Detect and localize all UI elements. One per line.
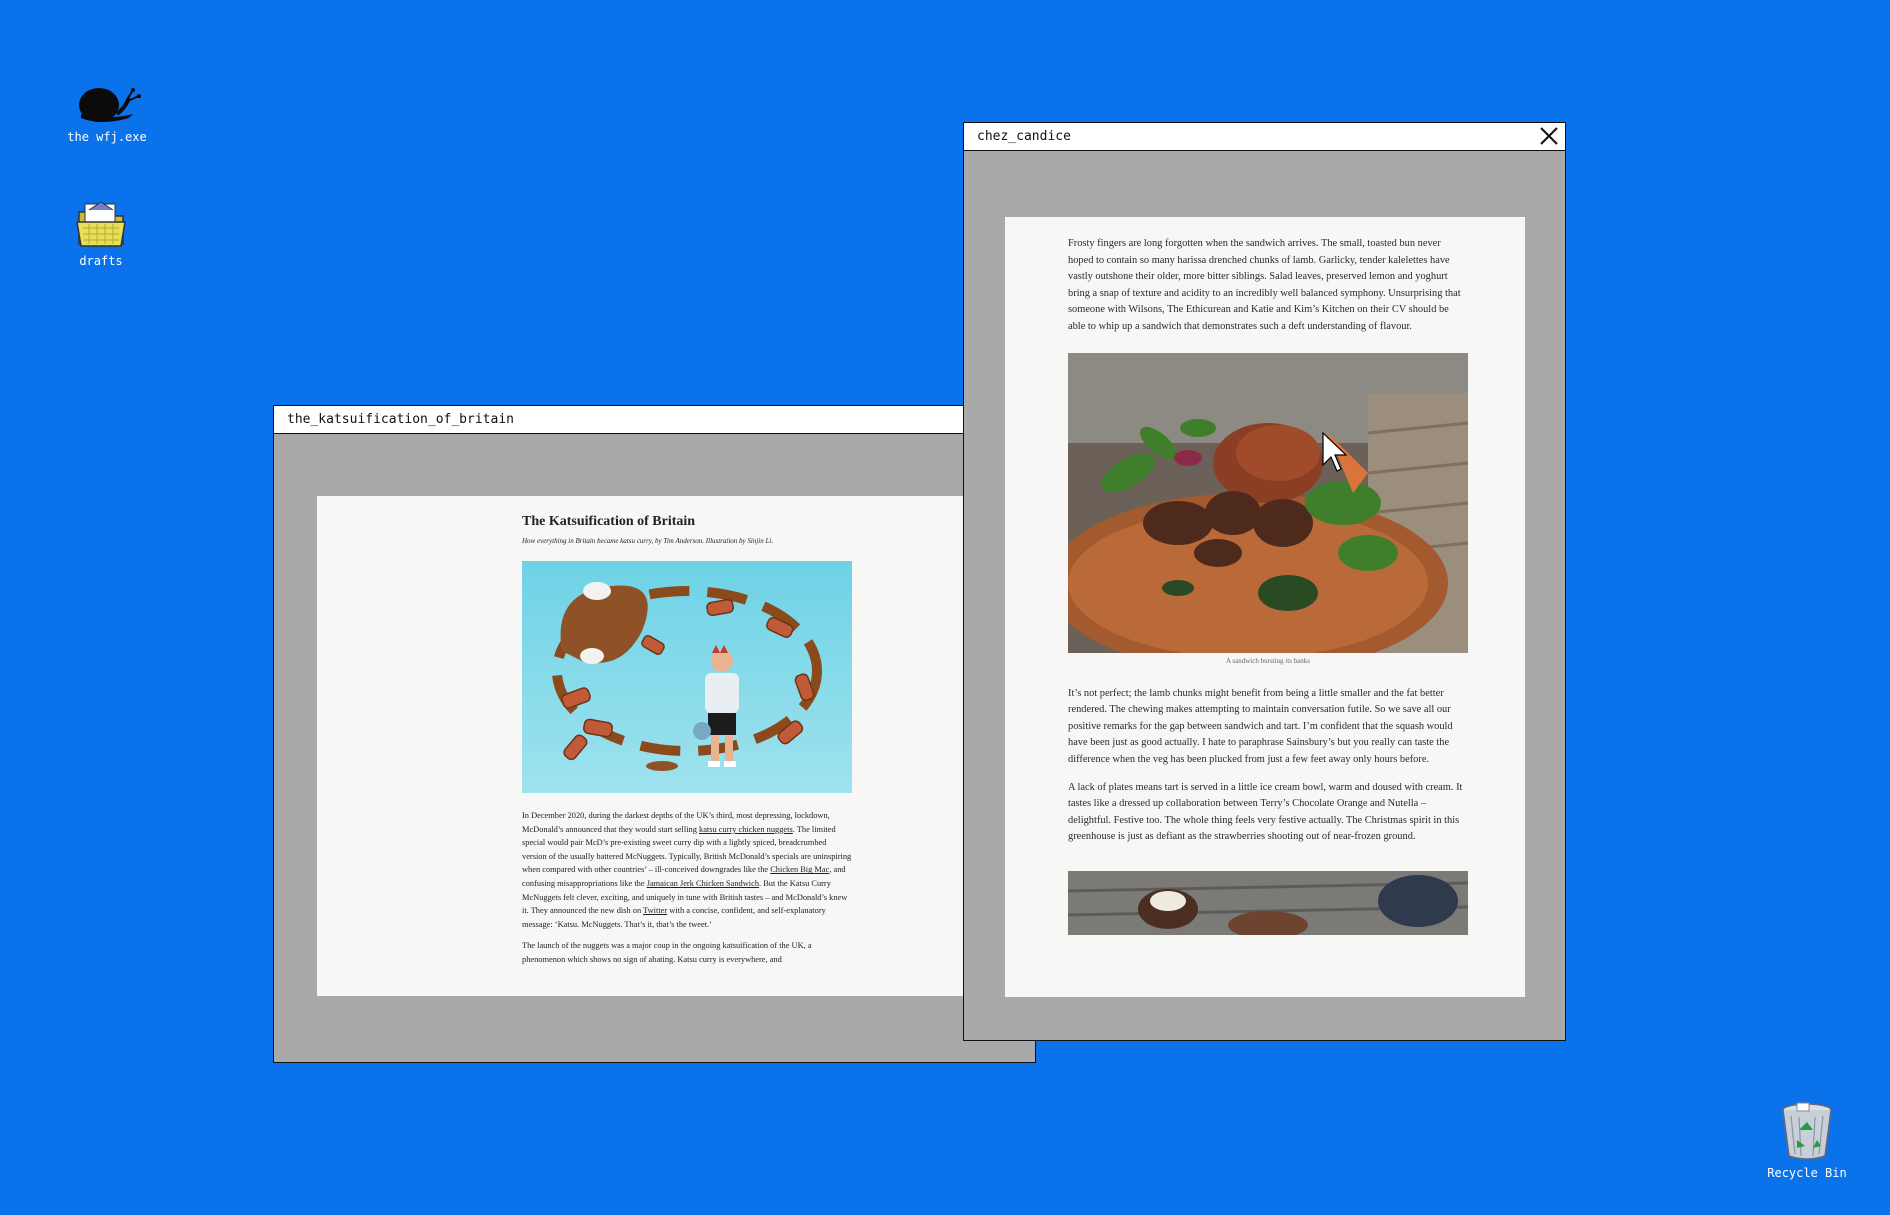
link-chicken-big-mac[interactable]: Chicken Big Mac	[770, 865, 829, 874]
tart-photo	[1068, 870, 1468, 935]
sandwich-photo	[1068, 352, 1468, 653]
article-paragraph: Frosty fingers are long forgotten when t…	[1068, 238, 1461, 332]
window-title: the_katsuification_of_britain	[287, 412, 514, 427]
window-chez-candice[interactable]: chez_candice Frosty fingers are long for…	[963, 122, 1566, 1041]
article-heading: The Katsuification of Britain	[522, 514, 696, 529]
article-subtitle: How everything in Britain became katsu c…	[522, 537, 774, 545]
snail-icon	[79, 88, 141, 122]
article: The Katsuification of Britain How everyt…	[522, 496, 852, 975]
desktop-icon-drafts[interactable]: drafts	[46, 196, 156, 268]
close-icon[interactable]	[1537, 125, 1561, 147]
recycle-bin-icon	[1782, 1102, 1832, 1160]
desktop-icon-label: the wfj.exe	[67, 130, 147, 144]
link-twitter[interactable]: Twitter	[643, 906, 667, 915]
window-titlebar[interactable]: the_katsuification_of_britain	[274, 406, 1035, 434]
desktop-icon-label: Recycle Bin	[1767, 1166, 1847, 1180]
article: Frosty fingers are long forgotten when t…	[1068, 236, 1468, 935]
window-katsuification[interactable]: the_katsuification_of_britain The Katsui…	[273, 405, 1036, 1063]
article-page[interactable]: The Katsuification of Britain How everyt…	[317, 496, 1036, 996]
folder-icon	[76, 201, 126, 247]
article-paragraph: A lack of plates means tart is served in…	[1068, 781, 1463, 843]
link-jamaican-jerk[interactable]: Jamaican Jerk Chicken Sandwich	[647, 879, 759, 888]
window-titlebar[interactable]: chez_candice	[964, 123, 1565, 151]
article-page[interactable]: Frosty fingers are long forgotten when t…	[1005, 217, 1525, 997]
link-katsu-nuggets[interactable]: katsu curry chicken nuggets	[699, 825, 793, 834]
article-paragraph: It’s not perfect; the lamb chunks might …	[1068, 687, 1453, 765]
photo-caption: A sandwich bursting its banks	[1226, 656, 1310, 665]
desktop-icon-recycle-bin[interactable]: Recycle Bin	[1752, 1100, 1862, 1180]
desktop-icon-wfj[interactable]: the wfj.exe	[52, 84, 162, 144]
window-title: chez_candice	[977, 129, 1071, 144]
article-paragraph: In December 2020, during the darkest dep…	[522, 809, 852, 931]
desktop-icon-label: drafts	[79, 254, 123, 268]
katsu-illustration	[522, 561, 852, 793]
article-paragraph: The launch of the nuggets was a major co…	[522, 941, 812, 964]
